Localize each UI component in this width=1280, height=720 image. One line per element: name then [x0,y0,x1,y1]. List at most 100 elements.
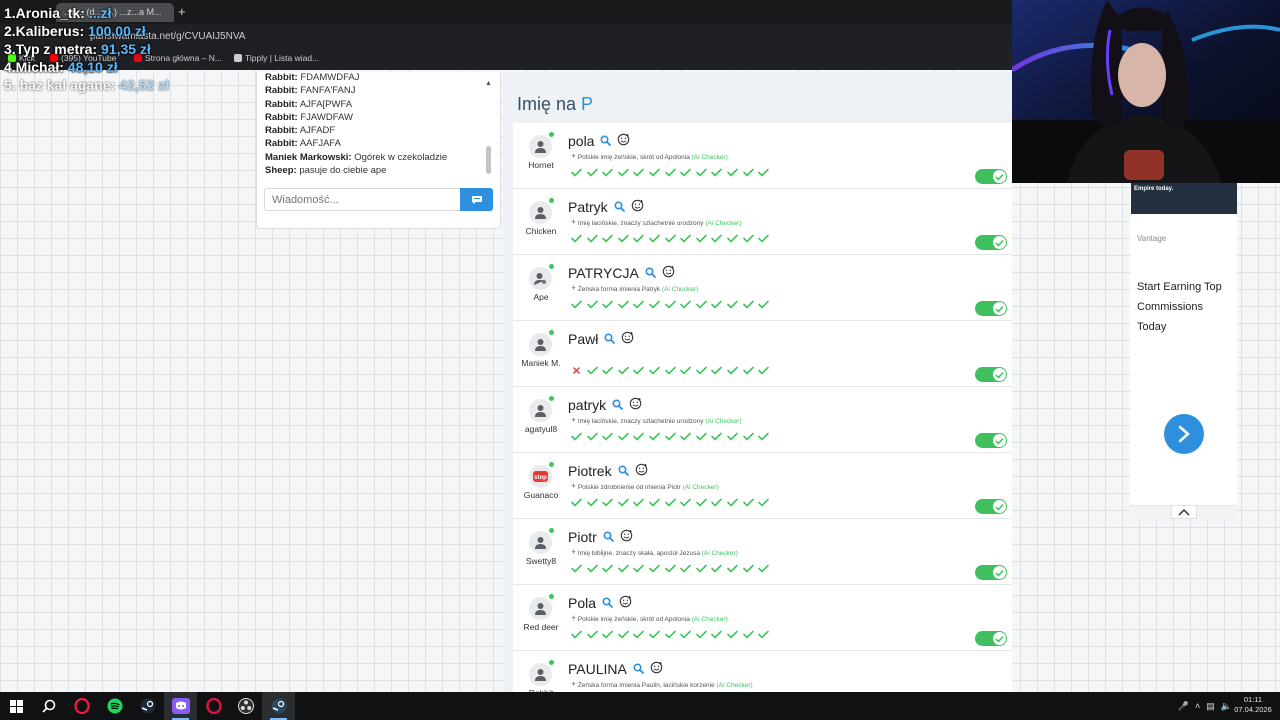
add-reaction-icon[interactable] [620,529,633,545]
taskbar-spotify[interactable] [98,692,131,720]
windows-start-button[interactable] [0,692,33,720]
search-icon[interactable] [602,595,613,611]
toggle-knob [993,434,1006,447]
new-tab-button[interactable]: + [178,4,186,20]
vote-check-icon [742,431,755,442]
search-icon[interactable] [612,397,624,413]
check-icon [995,432,1004,450]
ad-panel[interactable]: Empire today. Vantage Start Earning Top … [1130,183,1237,505]
search-icon[interactable] [603,529,614,545]
vote-check-icon [757,365,770,376]
add-reaction-icon[interactable] [629,397,642,413]
vote-check-icon [679,365,692,376]
chevron-up-icon [1178,508,1190,516]
network-icon[interactable]: ▤ [1206,701,1215,712]
search-icon[interactable] [645,265,656,281]
scroll-up-icon[interactable]: ▲ [485,80,492,87]
bookmark-tipply[interactable]: Tipply | Lista wiad... [234,53,319,63]
taskbar-steam[interactable] [131,692,164,720]
microphone-icon[interactable]: 🎤 [1178,701,1189,712]
search-icon[interactable] [604,331,616,347]
accept-toggle[interactable] [975,499,1007,514]
accept-toggle[interactable] [975,565,1007,580]
vote-check-icon [710,629,723,640]
taskbar-search-button[interactable] [32,692,65,720]
message-input[interactable] [264,188,461,211]
chat-message: Rabbit: FANFA'FANJ [265,84,485,97]
answer-word: pola [568,133,630,149]
answer-word-text: PATRYCJA [568,265,639,281]
vote-check-icon [632,233,645,244]
sparkle-icon [571,219,576,227]
clock-date: 07.04.2026 [1234,705,1272,714]
vote-check-icon [648,167,661,178]
volume-icon[interactable]: 🔈 [1221,701,1232,712]
accept-toggle[interactable] [975,631,1007,646]
chat-author: Rabbit: [265,111,298,123]
taskbar-discord[interactable] [164,692,197,720]
search-icon[interactable] [600,133,612,149]
vote-check-icon [710,233,723,244]
tray-expand-icon[interactable]: ˄ [1195,701,1200,711]
accept-toggle[interactable] [975,367,1007,382]
add-reaction-icon[interactable] [631,199,644,215]
ai-description: Polskie zdrobnienie od imienia Piotr (Ai… [571,483,719,491]
vote-check-icon [586,365,599,376]
add-reaction-icon[interactable] [621,331,634,347]
vote-checks [570,497,770,508]
answer-word-text: patryk [568,397,607,413]
send-message-button[interactable] [460,188,493,211]
add-reaction-icon[interactable] [635,463,648,479]
vote-check-icon [601,431,614,442]
toggle-knob [993,566,1006,579]
answer-author: Guanaco [523,490,559,500]
chat-text: pasuje do ciebie ape [299,165,387,177]
description-text: Imię łacińskie, znaczy szlachetnie urodz… [577,418,704,425]
add-reaction-icon[interactable] [650,661,663,677]
accept-toggle[interactable] [975,235,1007,250]
address-bar[interactable]: panstwamiasta.net/g/CVUAIJ5NVA [90,28,690,46]
steam-active-icon [271,698,286,714]
taskbar: 🎤 ˄ ▤ 🔈 01:11 07.04.2026 [0,692,1280,720]
taskbar-steam-active[interactable] [262,692,295,720]
toggle-knob [993,236,1006,249]
donor-amount: 42,52 zł [119,77,169,93]
ad-next-button[interactable] [1164,414,1204,454]
check-icon [995,234,1004,252]
taskbar-opera-gx[interactable] [65,692,98,720]
accept-toggle[interactable] [975,301,1007,316]
ad-banner[interactable]: Empire today. [1131,183,1237,214]
ai-checker-label: (Ai Checker) [716,682,753,689]
tipply-icon [234,54,242,62]
vote-check-icon [726,563,739,574]
accept-toggle[interactable] [975,433,1007,448]
search-icon[interactable] [614,199,625,215]
add-reaction-icon[interactable] [617,133,630,149]
search-icon[interactable] [633,661,644,677]
check-icon [995,168,1004,186]
vote-check-icon [679,629,692,640]
add-reaction-icon[interactable] [662,265,675,281]
vote-check-icon [742,563,755,574]
answer-word-text: Pola [568,595,597,611]
taskbar-opera[interactable] [197,692,230,720]
online-status-dot [549,264,554,269]
accept-toggle[interactable] [975,169,1007,184]
add-reaction-icon[interactable] [619,595,632,611]
chat-scrollbar[interactable]: ▲ [485,80,492,182]
search-icon[interactable] [618,463,629,479]
vote-check-icon [617,497,630,508]
chat-panel: Rabbit: FDAMWDFAJ Rabbit: FANFA'FANJ Rab… [256,72,501,229]
answer-word: Pawł [568,331,634,347]
vote-check-icon [742,167,755,178]
vote-check-icon [632,365,645,376]
scrollbar-thumb[interactable] [486,146,491,174]
vote-check-icon [632,431,645,442]
taskbar-obs[interactable] [229,692,262,720]
ai-description: Imię łacińskie, znaczy szlachetnie urodz… [571,417,741,425]
check-icon [995,366,1004,384]
taskbar-clock[interactable]: 01:11 07.04.2026 [1232,695,1274,715]
vote-check-icon [695,365,708,376]
ad-collapse-button[interactable] [1171,506,1197,519]
ad-headline[interactable]: Start Earning Top Commissions Today [1137,277,1233,337]
